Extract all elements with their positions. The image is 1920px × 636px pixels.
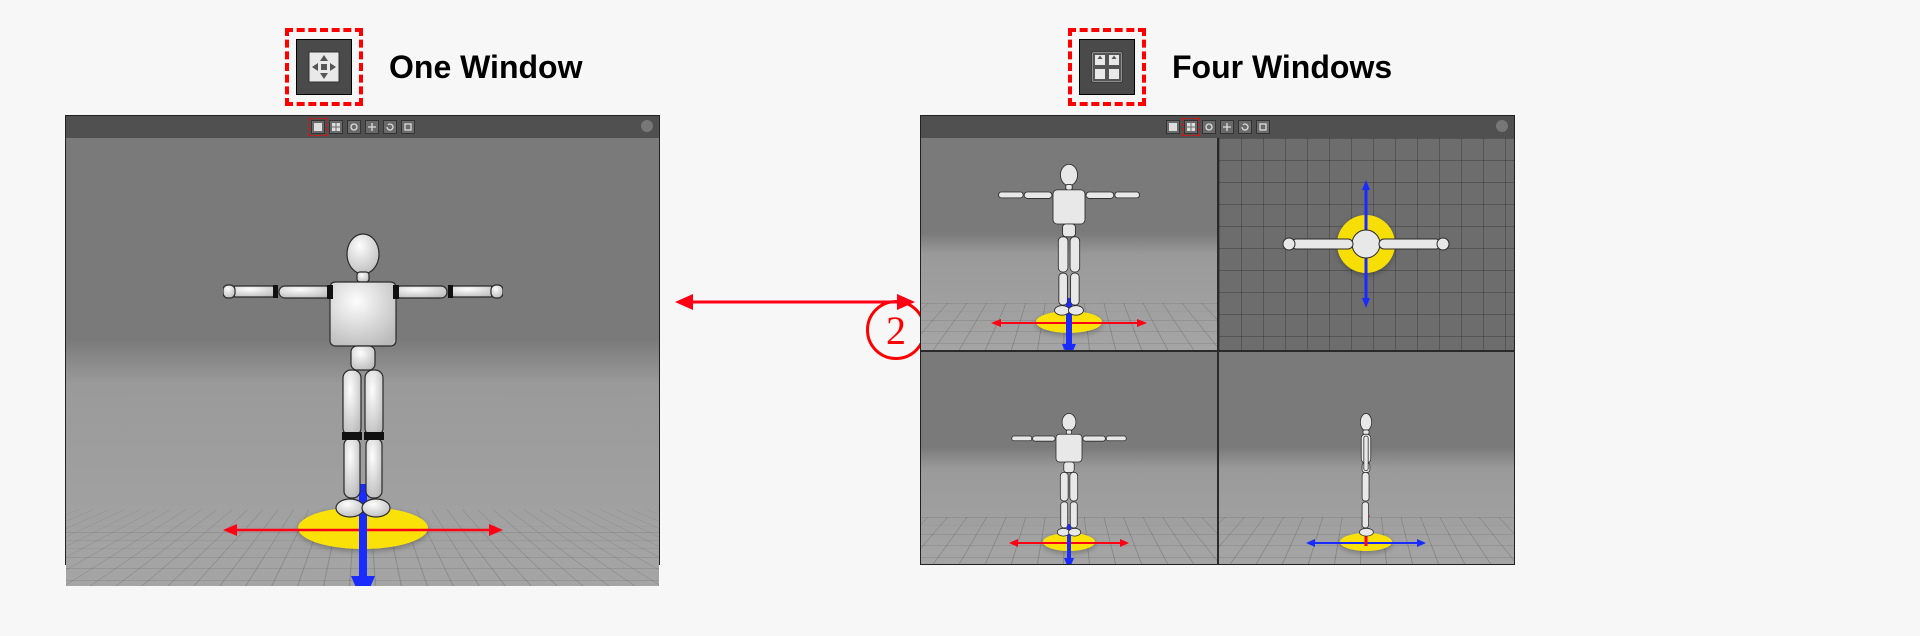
toolbar-info-button[interactable] (641, 120, 653, 132)
four-windows-callout (1068, 28, 1146, 106)
one-window-icon (313, 122, 323, 132)
viewport-top[interactable] (1219, 138, 1515, 350)
viewport-perspective[interactable] (921, 138, 1217, 350)
header-one-window: One Window (285, 28, 582, 106)
humanoid-model-side[interactable] (1341, 410, 1391, 540)
humanoid-model[interactable] (989, 160, 1149, 320)
one-window-callout (285, 28, 363, 106)
toolbar-scale-tool[interactable] (401, 120, 415, 134)
layout-one-window-button[interactable] (296, 39, 352, 95)
toolbar-layout-four-windows[interactable] (1184, 120, 1198, 134)
toolbar-info-button[interactable] (1496, 120, 1508, 132)
label-one-window: One Window (389, 49, 582, 86)
viewport-side[interactable] (1219, 352, 1515, 564)
viewport-quad-container (921, 138, 1514, 564)
viewport-toolbar (66, 116, 659, 138)
toolbar-rotate-tool[interactable] (1238, 120, 1252, 134)
humanoid-model-top[interactable] (1281, 224, 1451, 264)
scale-icon (1258, 122, 1268, 132)
humanoid-model[interactable] (1004, 410, 1134, 540)
toolbar-layout-four-windows[interactable] (329, 120, 343, 134)
humanoid-model[interactable] (223, 226, 503, 526)
four-windows-icon (1089, 49, 1125, 85)
toolbar-view-options[interactable] (1202, 120, 1216, 134)
toolbar-view-options[interactable] (347, 120, 361, 134)
toolbar-move-tool[interactable] (365, 120, 379, 134)
move-icon (1222, 122, 1232, 132)
four-windows-icon (331, 122, 341, 132)
viewport-front[interactable] (921, 352, 1217, 564)
gear-icon (349, 122, 359, 132)
four-windows-icon (1186, 122, 1196, 132)
one-window-icon (306, 49, 342, 85)
toolbar-move-tool[interactable] (1220, 120, 1234, 134)
viewport-panel-single (65, 115, 660, 565)
viewport-single[interactable] (66, 138, 659, 586)
scale-icon (403, 122, 413, 132)
toggle-arrow (675, 290, 915, 314)
one-window-icon (1168, 122, 1178, 132)
layout-four-windows-button[interactable] (1079, 39, 1135, 95)
rotate-icon (385, 122, 395, 132)
label-four-windows: Four Windows (1172, 49, 1392, 86)
toolbar-layout-one-window[interactable] (1166, 120, 1180, 134)
toolbar-rotate-tool[interactable] (383, 120, 397, 134)
toolbar-scale-tool[interactable] (1256, 120, 1270, 134)
header-four-windows: Four Windows (1068, 28, 1392, 106)
viewport-panel-quad (920, 115, 1515, 565)
toolbar-layout-one-window[interactable] (311, 120, 325, 134)
move-icon (367, 122, 377, 132)
gear-icon (1204, 122, 1214, 132)
rotate-icon (1240, 122, 1250, 132)
viewport-toolbar (921, 116, 1514, 138)
